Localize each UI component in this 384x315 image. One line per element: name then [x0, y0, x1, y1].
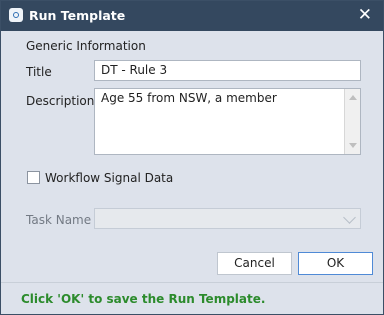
run-template-dialog: Run Template ✕ Generic Information Title… [0, 0, 384, 315]
title-bar: Run Template ✕ [1, 1, 383, 31]
section-title: Generic Information [26, 39, 146, 53]
dialog-title: Run Template [29, 8, 126, 23]
task-name-select[interactable] [94, 208, 361, 229]
title-value: DT - Rule 3 [101, 63, 168, 77]
description-label: Description [26, 94, 95, 108]
scroll-up-icon[interactable] [349, 95, 357, 100]
description-textarea[interactable]: Age 55 from NSW, a member [94, 88, 361, 155]
cancel-button[interactable]: Cancel [217, 252, 292, 275]
title-input[interactable]: DT - Rule 3 [94, 60, 361, 81]
description-scrollbar[interactable] [344, 89, 360, 154]
description-value: Age 55 from NSW, a member [101, 91, 277, 105]
title-label: Title [26, 65, 52, 79]
close-icon[interactable]: ✕ [358, 6, 372, 24]
footer-divider [1, 282, 383, 283]
chevron-down-icon[interactable] [343, 211, 356, 224]
status-message: Click 'OK' to save the Run Template. [21, 292, 266, 306]
scroll-down-icon[interactable] [349, 143, 357, 148]
workflow-signal-checkbox[interactable] [27, 171, 40, 184]
task-name-label: Task Name [26, 213, 92, 227]
app-icon [9, 8, 23, 22]
workflow-signal-label: Workflow Signal Data [45, 171, 174, 185]
ok-button[interactable]: OK [298, 252, 373, 275]
